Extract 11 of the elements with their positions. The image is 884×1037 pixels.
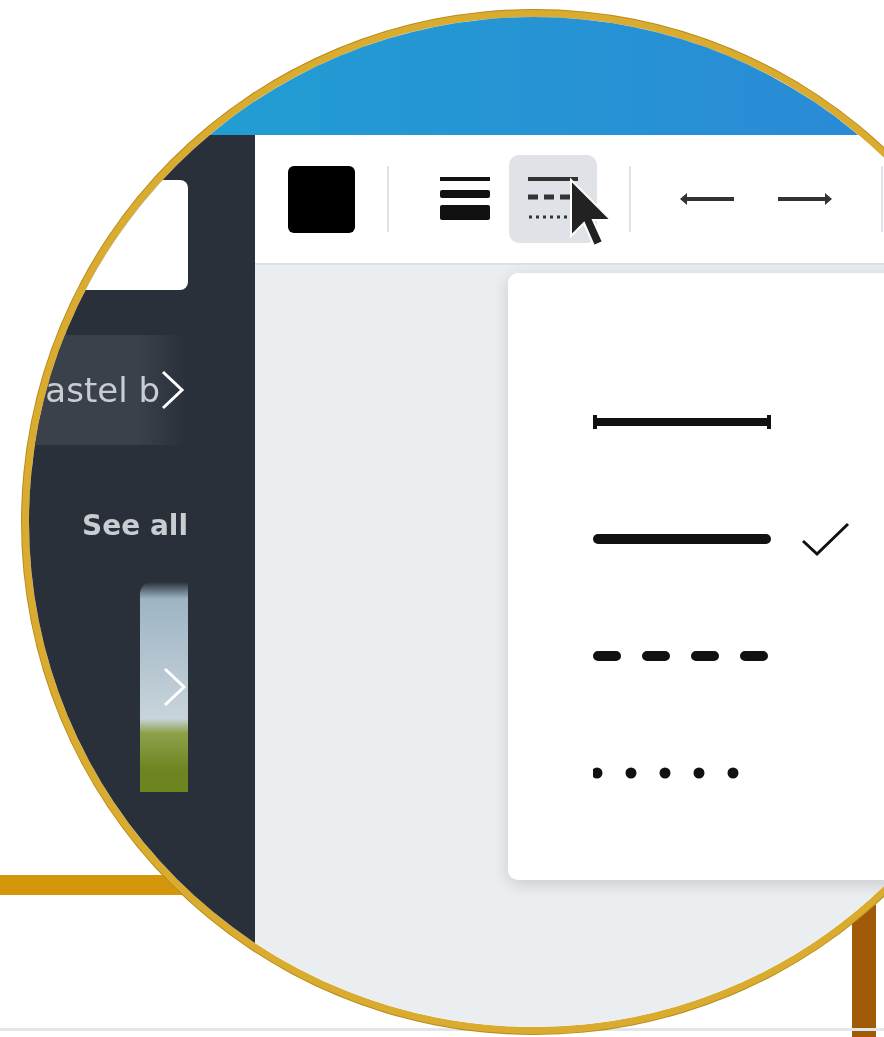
line-sample-icon: [593, 413, 771, 430]
chevron-right-icon: [160, 369, 186, 411]
line-color-swatch[interactable]: [288, 165, 355, 233]
line-weight-icon: [439, 176, 491, 222]
arrow-right-icon: [777, 192, 833, 206]
line-style-icon: [527, 176, 579, 222]
arrow-left-icon: [679, 192, 735, 206]
photo-placeholder[interactable]: [140, 582, 188, 792]
chevron-right-icon: [162, 666, 188, 708]
see-all-link[interactable]: See all: [82, 505, 188, 547]
chip-label: astel b: [45, 368, 160, 412]
